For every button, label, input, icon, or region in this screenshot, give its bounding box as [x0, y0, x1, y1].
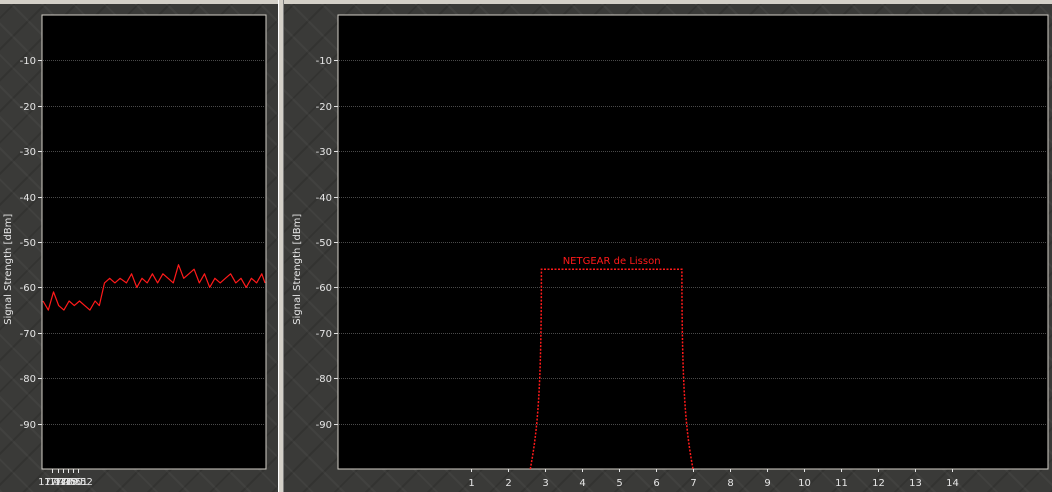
- y-tick-label: -20: [20, 102, 36, 113]
- x-tick-label: 12: [872, 478, 885, 489]
- y-axis-label: Signal Strength [dBm]: [292, 214, 303, 325]
- x-tick-label: 3: [542, 478, 548, 489]
- y-tick-label: -30: [316, 147, 332, 158]
- y-tick-label: -80: [20, 374, 36, 385]
- network-label: NETGEAR de Lisson: [563, 256, 661, 267]
- y-tick-label: -10: [316, 56, 332, 67]
- x-tick-label: 8: [727, 478, 733, 489]
- y-tick-label: -50: [20, 238, 36, 249]
- channel-graph-chart: -10-20-30-40-50-60-70-80-90 1 2 3 4 5 6 7 8 9 10 1…: [292, 14, 1049, 489]
- y-tick-label: -40: [20, 193, 36, 204]
- y-axis-label: Signal Strength [dBm]: [3, 214, 14, 325]
- x-tick-label: 11: [835, 478, 848, 489]
- y-tick-label: -30: [20, 147, 36, 158]
- y-tick-label: -50: [316, 238, 332, 249]
- y-tick-labels: -10 -20 -30 -40 -50 -60 -70 -80 -90: [316, 56, 332, 431]
- x-tick-label: 6: [653, 478, 659, 489]
- time-graph-panel: -10 -20 -30 -40 -50 -60 -70 -80 -90 17:47 17:48 17…: [0, 4, 278, 492]
- y-tick-label: -20: [316, 102, 332, 113]
- x-tick-label: 1: [468, 478, 474, 489]
- x-tick-label: 14: [946, 478, 959, 489]
- y-tick-label: -70: [20, 329, 36, 340]
- x-tick-label: 10: [798, 478, 811, 489]
- x-tick-labels: 1 2 3 4 5 6 7 8 9 10 11 12 13 14: [468, 469, 959, 489]
- y-tick-label: -70: [316, 329, 332, 340]
- x-tick-label: 17:52: [64, 477, 93, 488]
- y-tick-label: -90: [20, 420, 36, 431]
- y-tick-label: -60: [316, 283, 332, 294]
- x-tick-label: 9: [764, 478, 770, 489]
- y-tick-label: -40: [316, 193, 332, 204]
- x-tick-label: 7: [690, 478, 696, 489]
- y-tick-labels: -10 -20 -30 -40 -50 -60 -70 -80 -90: [20, 56, 36, 431]
- x-tick-label: 5: [616, 478, 622, 489]
- channel-graph-panel: -10 -20 -30 -40 -50 -60 -70 -80 -90 1 2 3 4 5 6 7 8 9 10 1…: [284, 4, 1052, 492]
- y-tick-label: -80: [316, 374, 332, 385]
- x-tick-label: 2: [505, 478, 511, 489]
- time-graph-chart: -10 -20 -30 -40 -50 -60 -70 -80 -90 17:4717:4817…: [3, 14, 267, 488]
- x-tick-label: 13: [909, 478, 922, 489]
- y-tick-label: -60: [20, 283, 36, 294]
- y-tick-label: -90: [316, 420, 332, 431]
- x-tick-labels: 17:4717:4817:4917:5017:5117:52: [38, 469, 93, 488]
- y-tick-label: -10: [20, 56, 36, 67]
- x-tick-label: 4: [579, 478, 585, 489]
